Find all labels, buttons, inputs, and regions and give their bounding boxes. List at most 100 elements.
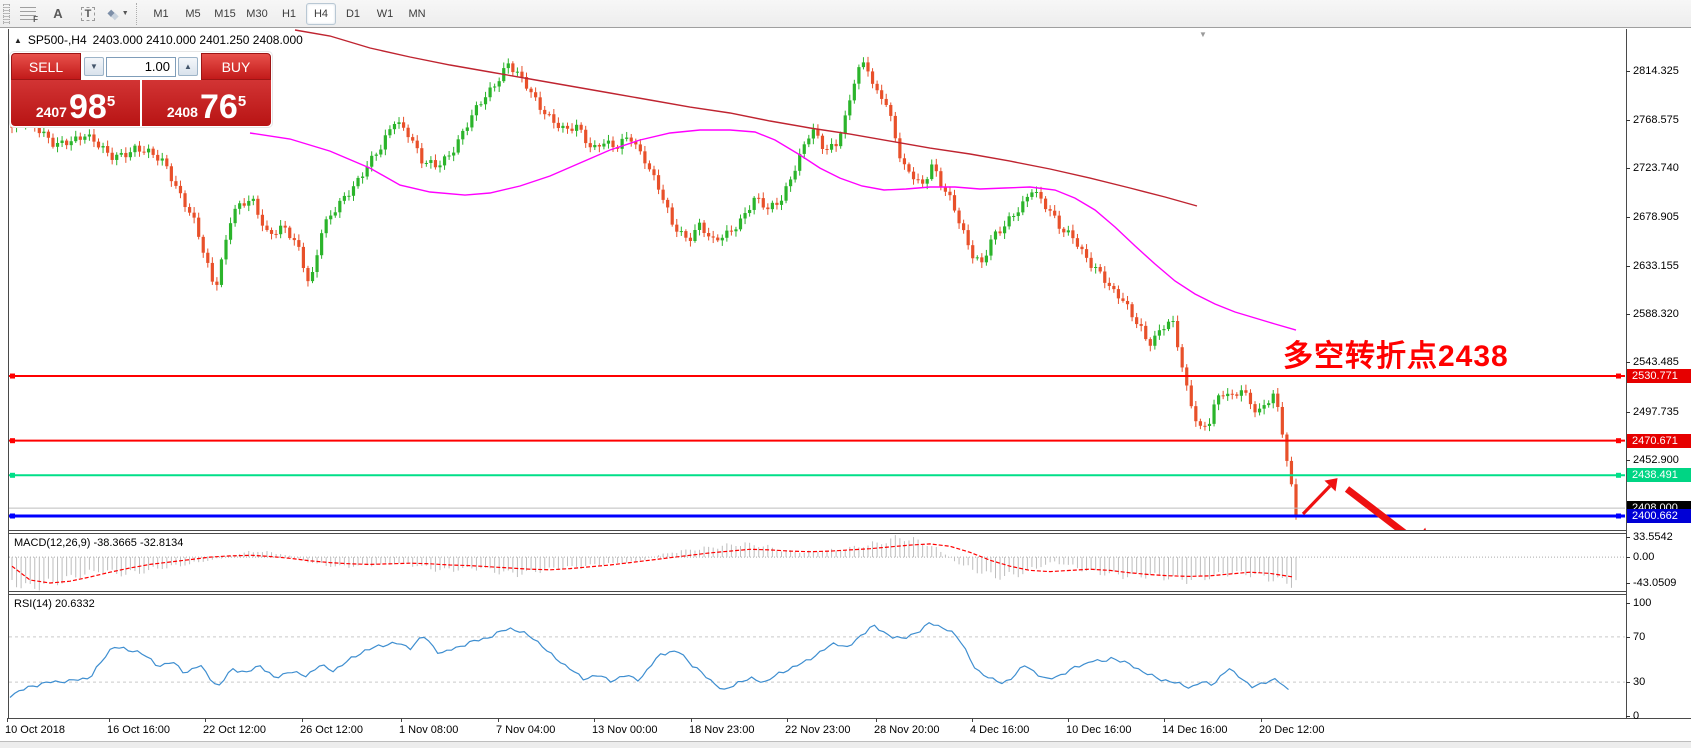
volume-increase-button[interactable]: ▲: [178, 57, 198, 76]
timeframe-button-d1[interactable]: D1: [338, 3, 368, 25]
level-price-label: 2530.771: [1627, 369, 1691, 383]
axis-tick-mark: [1626, 557, 1630, 558]
timeframe-button-w1[interactable]: W1: [370, 3, 400, 25]
mt4-window: FAT ◆◆▼ M1M5M15M30H1H4D1W1MN ▲ SP500-,H4 2…: [0, 0, 1691, 748]
price-tick-label: 2678.905: [1633, 210, 1679, 224]
time-axis-label: 16 Oct 16:00: [107, 724, 170, 736]
timeframe-button-m5[interactable]: M5: [178, 3, 208, 25]
axis-tick-mark: [1626, 583, 1630, 584]
time-tick-mark: [205, 718, 206, 722]
rsi-tick-label: 70: [1633, 630, 1645, 644]
axis-tick-mark: [1626, 603, 1630, 604]
time-tick-mark: [401, 718, 402, 722]
time-axis-label: 13 Nov 00:00: [592, 724, 657, 736]
autoscroll-marker-icon: ▼: [1199, 30, 1207, 39]
price-tick-label: 2588.320: [1633, 307, 1679, 321]
time-axis: 10 Oct 2018 16 Oct 16:00 22 Oct 12:00 26 Oc…: [0, 719, 1691, 741]
price-tick-label: 2497.735: [1633, 405, 1679, 419]
sell-button[interactable]: SELL: [11, 53, 81, 80]
level-price-label: 2470.671: [1627, 434, 1691, 448]
time-axis-label: 22 Oct 12:00: [203, 724, 266, 736]
timeframe-button-m15[interactable]: M15: [210, 3, 240, 25]
symbol-period-label: SP500-,H4: [28, 33, 87, 47]
text-label-tool-icon[interactable]: A: [45, 3, 71, 25]
volume-input[interactable]: 1.00: [106, 57, 176, 77]
one-click-trading-panel: SELL ▼ 1.00 ▲ BUY 2407985 2408765: [10, 52, 272, 127]
bid-prefix: 2407: [36, 102, 67, 122]
axis-tick-mark: [1626, 71, 1630, 72]
macd-panel-canvas[interactable]: [8, 534, 1626, 591]
text-box-tool-icon[interactable]: T: [75, 3, 101, 25]
text-box-glyph: T: [81, 7, 96, 21]
expand-chart-icon[interactable]: ▲: [14, 36, 22, 45]
shapes-tool-icon[interactable]: ◆◆▼: [105, 3, 131, 25]
level-price-label: 2400.662: [1627, 509, 1691, 523]
time-axis-label: 26 Oct 12:00: [300, 724, 363, 736]
axis-tick-mark: [1626, 217, 1630, 218]
time-axis-label: 4 Dec 16:00: [970, 724, 1029, 736]
bid-big-digits: 98: [69, 92, 107, 122]
rsi-tick-label: 30: [1633, 675, 1645, 689]
time-tick-mark: [498, 718, 499, 722]
rsi-label: RSI(14) 20.6332: [14, 598, 95, 610]
macd-tick-label: 33.5542: [1633, 530, 1673, 544]
time-axis-label: 22 Nov 23:00: [785, 724, 850, 736]
time-tick-mark: [972, 718, 973, 722]
price-tick-label: 2452.900: [1633, 453, 1679, 467]
chart-annotation-text: 多空转折点2438: [1283, 331, 1509, 375]
time-tick-mark: [691, 718, 692, 722]
ask-big-digits: 76: [200, 92, 238, 122]
volume-spinner: ▼ 1.00 ▲: [81, 53, 201, 80]
axis-tick-mark: [1626, 682, 1630, 683]
level-price-label: 2438.491: [1627, 468, 1691, 482]
time-tick-mark: [1164, 718, 1165, 722]
ohlc-values: 2403.000 2410.000 2401.250 2408.000: [93, 33, 303, 47]
axis-tick-mark: [1626, 537, 1630, 538]
toolbar-grip[interactable]: [3, 4, 10, 24]
panel-divider[interactable]: [8, 530, 1691, 531]
panel-divider: [8, 533, 1691, 534]
panel-divider[interactable]: [8, 591, 1691, 592]
macd-label: MACD(12,26,9) -38.3665 -32.8134: [14, 537, 183, 549]
price-tick-label: 2633.155: [1633, 259, 1679, 273]
time-tick-mark: [109, 718, 110, 722]
bid-price[interactable]: 2407985: [11, 80, 140, 126]
timeframe-button-h4[interactable]: H4: [306, 3, 336, 25]
time-tick-mark: [787, 718, 788, 722]
time-axis-label: 7 Nov 04:00: [496, 724, 555, 736]
panel-divider: [8, 594, 1691, 595]
timeframe-button-m30[interactable]: M30: [242, 3, 272, 25]
axis-tick-mark: [1626, 362, 1630, 363]
toolbar-separator: [136, 3, 142, 25]
ask-prefix: 2408: [167, 102, 198, 122]
ask-price[interactable]: 2408765: [142, 80, 271, 126]
ask-pip-digit: 5: [238, 93, 246, 110]
buy-button[interactable]: BUY: [201, 53, 271, 80]
fibonacci-letter: F: [33, 15, 38, 24]
time-axis-label: 18 Nov 23:00: [689, 724, 754, 736]
time-tick-mark: [594, 718, 595, 722]
volume-decrease-button[interactable]: ▼: [84, 57, 104, 76]
axis-tick-mark: [1626, 637, 1630, 638]
timeframe-button-mn[interactable]: MN: [402, 3, 432, 25]
price-axis: 2814.3252768.5752723.7402678.9052633.155…: [1627, 29, 1691, 718]
time-axis-label: 14 Dec 16:00: [1162, 724, 1227, 736]
time-axis-label: 1 Nov 08:00: [399, 724, 458, 736]
time-axis-label: 10 Dec 16:00: [1066, 724, 1131, 736]
price-tick-label: 2768.575: [1633, 113, 1679, 127]
axis-tick-mark: [1626, 168, 1630, 169]
axis-tick-mark: [1626, 120, 1630, 121]
time-axis-label: 20 Dec 12:00: [1259, 724, 1324, 736]
bottom-strip: [0, 741, 1691, 748]
timeframe-button-m1[interactable]: M1: [146, 3, 176, 25]
price-tick-label: 2723.740: [1633, 161, 1679, 175]
chevron-down-icon: ▼: [122, 10, 129, 17]
price-tick-label: 2543.485: [1633, 355, 1679, 369]
chart-title: ▲ SP500-,H4 2403.000 2410.000 2401.250 2…: [14, 33, 303, 47]
fibonacci-tool-icon[interactable]: F: [15, 3, 41, 25]
time-tick-mark: [1261, 718, 1262, 722]
timeframe-button-h1[interactable]: H1: [274, 3, 304, 25]
time-axis-label: 10 Oct 2018: [5, 724, 65, 736]
rsi-panel-canvas[interactable]: [8, 595, 1626, 718]
macd-tick-label: -43.0509: [1633, 576, 1676, 590]
